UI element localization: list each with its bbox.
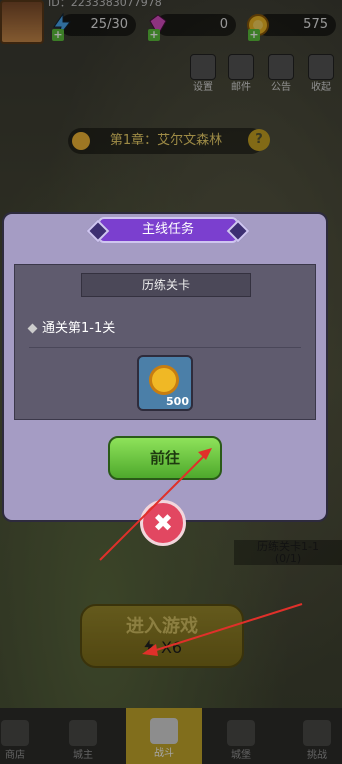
- arrow-to-go-button: [99, 451, 209, 561]
- arrow-head-enter: [142, 644, 158, 656]
- arrow-head-go: [198, 448, 212, 460]
- arrow-to-enter-button: [149, 603, 303, 653]
- annotation-arrows: [99, 448, 303, 656]
